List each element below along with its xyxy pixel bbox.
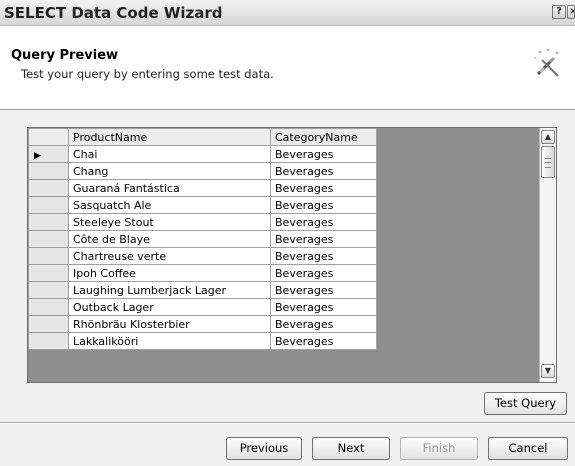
- column-header-productname[interactable]: ProductName: [68, 128, 271, 146]
- scroll-up-button[interactable]: ▲: [541, 130, 555, 144]
- cell-categoryname[interactable]: Beverages: [270, 213, 377, 231]
- previous-button[interactable]: Previous: [226, 437, 302, 460]
- scroll-thumb[interactable]: [541, 146, 555, 178]
- cell-productname[interactable]: Chang: [68, 162, 271, 180]
- table-row[interactable]: Outback Lager Beverages: [28, 298, 377, 316]
- cancel-button[interactable]: Cancel: [488, 437, 568, 460]
- table-row[interactable]: Laughing Lumberjack Lager Beverages: [28, 281, 377, 299]
- magic-wand-icon: [534, 48, 559, 77]
- cell-categoryname[interactable]: Beverages: [270, 196, 377, 214]
- cell-productname[interactable]: Sasquatch Ale: [68, 196, 271, 214]
- cell-productname[interactable]: Guaraná Fantástica: [68, 179, 271, 197]
- row-selector[interactable]: ▶: [28, 145, 69, 163]
- row-selector[interactable]: [28, 315, 69, 333]
- vertical-scrollbar[interactable]: ▲ ▼: [539, 128, 556, 382]
- cell-categoryname[interactable]: Beverages: [270, 247, 377, 265]
- row-selector[interactable]: [28, 247, 69, 265]
- cell-categoryname[interactable]: Beverages: [270, 264, 377, 282]
- results-table: ProductName CategoryName ▶ Chai Beverages C…: [28, 128, 377, 350]
- cell-categoryname[interactable]: Beverages: [270, 332, 377, 350]
- row-selector[interactable]: [28, 213, 69, 231]
- row-selector[interactable]: [28, 230, 69, 248]
- cell-categoryname[interactable]: Beverages: [270, 162, 377, 180]
- cell-productname[interactable]: Lakkalikööri: [68, 332, 271, 350]
- row-selector[interactable]: [28, 196, 69, 214]
- table-row[interactable]: Steeleye Stout Beverages: [28, 213, 377, 231]
- window-title: SELECT Data Code Wizard: [4, 4, 223, 22]
- cell-productname[interactable]: Laughing Lumberjack Lager: [68, 281, 271, 299]
- row-selector[interactable]: [28, 264, 69, 282]
- wizard-header: Query Preview Test your query by enterin…: [0, 26, 575, 110]
- page-title: Query Preview: [11, 48, 119, 63]
- row-selector[interactable]: [28, 179, 69, 197]
- finish-button: Finish: [400, 437, 478, 460]
- table-row[interactable]: Chang Beverages: [28, 162, 377, 180]
- current-row-indicator-icon: ▶: [34, 150, 41, 161]
- table-row[interactable]: ▶ Chai Beverages: [28, 145, 377, 163]
- help-button[interactable]: ?: [552, 5, 566, 19]
- cell-categoryname[interactable]: Beverages: [270, 281, 377, 299]
- table-row[interactable]: Sasquatch Ale Beverages: [28, 196, 377, 214]
- table-row[interactable]: Ipoh Coffee Beverages: [28, 264, 377, 282]
- row-header-corner: [28, 128, 69, 146]
- scroll-down-button[interactable]: ▼: [541, 364, 555, 378]
- row-selector[interactable]: [28, 298, 69, 316]
- cell-categoryname[interactable]: Beverages: [270, 145, 377, 163]
- column-header-categoryname[interactable]: CategoryName: [270, 128, 377, 146]
- test-query-button[interactable]: Test Query: [484, 392, 567, 415]
- page-subtitle: Test your query by entering some test da…: [21, 67, 274, 81]
- table-row[interactable]: Lakkalikööri Beverages: [28, 332, 377, 350]
- table-row[interactable]: Rhönbräu Klosterbier Beverages: [28, 315, 377, 333]
- query-results-grid[interactable]: ProductName CategoryName ▶ Chai Beverages C…: [27, 127, 557, 383]
- row-selector[interactable]: [28, 332, 69, 350]
- cell-categoryname[interactable]: Beverages: [270, 298, 377, 316]
- cell-productname[interactable]: Chartreuse verte: [68, 247, 271, 265]
- table-row[interactable]: Côte de Blaye Beverages: [28, 230, 377, 248]
- table-header-row: ProductName CategoryName: [28, 128, 377, 146]
- cell-categoryname[interactable]: Beverages: [270, 230, 377, 248]
- title-bar: SELECT Data Code Wizard ? ×: [0, 0, 575, 26]
- cell-productname[interactable]: Chai: [68, 145, 271, 163]
- table-row[interactable]: Chartreuse verte Beverages: [28, 247, 377, 265]
- cell-productname[interactable]: Steeleye Stout: [68, 213, 271, 231]
- cell-productname[interactable]: Rhönbräu Klosterbier: [68, 315, 271, 333]
- footer-separator: [0, 422, 575, 424]
- cell-productname[interactable]: Outback Lager: [68, 298, 271, 316]
- cell-categoryname[interactable]: Beverages: [270, 179, 377, 197]
- cell-categoryname[interactable]: Beverages: [270, 315, 377, 333]
- cell-productname[interactable]: Ipoh Coffee: [68, 264, 271, 282]
- row-selector[interactable]: [28, 162, 69, 180]
- next-button[interactable]: Next: [312, 437, 390, 460]
- close-button[interactable]: ×: [567, 5, 575, 19]
- cell-productname[interactable]: Côte de Blaye: [68, 230, 271, 248]
- row-selector[interactable]: [28, 281, 69, 299]
- table-row[interactable]: Guaraná Fantástica Beverages: [28, 179, 377, 197]
